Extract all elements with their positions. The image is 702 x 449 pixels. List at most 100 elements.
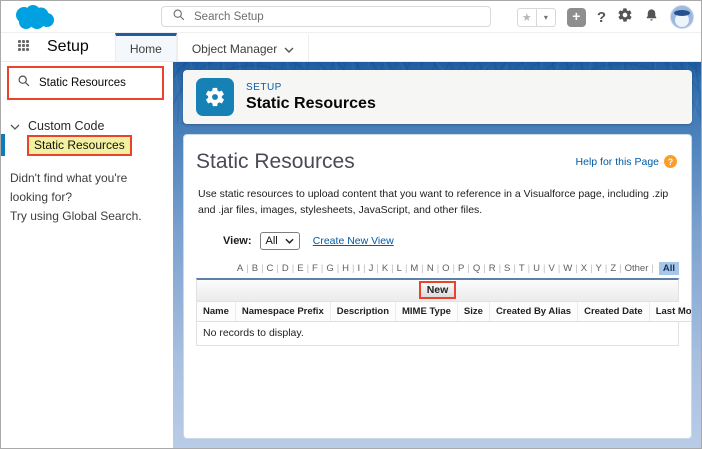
page-description: Use static resources to upload content t…	[196, 187, 679, 219]
favorites-group: ★ ▾	[517, 8, 556, 27]
chevron-down-icon	[10, 119, 20, 133]
column-header-namespace-prefix[interactable]: Namespace Prefix	[235, 302, 330, 322]
alphabet-index: A|B|C|D|E|F|G|H|I|J|K|L|M|N|O|P|Q|R|S|T|…	[196, 263, 679, 274]
alphabet-link-k[interactable]: K	[381, 263, 389, 274]
column-header-created-date[interactable]: Created Date	[578, 302, 650, 322]
alphabet-link-n[interactable]: N	[426, 263, 435, 274]
alphabet-link-y[interactable]: Y	[595, 263, 603, 274]
user-avatar[interactable]	[670, 5, 694, 29]
alphabet-link-u[interactable]: U	[532, 263, 541, 274]
alphabet-link-i[interactable]: I	[357, 263, 362, 274]
help-badge-icon[interactable]: ?	[664, 155, 677, 168]
alphabet-separator: |	[352, 263, 354, 274]
alphabet-link-w[interactable]: W	[562, 263, 573, 274]
table-row: No records to display.	[197, 321, 692, 345]
alphabet-separator: |	[405, 263, 407, 274]
alphabet-link-e[interactable]: E	[296, 263, 304, 274]
help-for-this-page-link[interactable]: Help for this Page	[576, 156, 659, 168]
alphabet-separator: |	[453, 263, 455, 274]
salesforce-setup-window: Search Setup ★ ▾ + ? Setup	[0, 0, 702, 449]
column-header-size[interactable]: Size	[457, 302, 489, 322]
app-launcher-icon[interactable]	[18, 40, 32, 54]
alphabet-separator: |	[543, 263, 545, 274]
sidebar-help-text: Didn't find what you're looking for? Try…	[10, 169, 167, 227]
banner-eyebrow: SETUP	[246, 82, 376, 93]
banner-text: SETUP Static Resources	[246, 82, 376, 113]
create-new-view-link[interactable]: Create New View	[313, 235, 394, 247]
view-select-dropdown[interactable]: All	[260, 232, 300, 250]
alphabet-link-h[interactable]: H	[341, 263, 350, 274]
alphabet-link-m[interactable]: M	[409, 263, 419, 274]
alphabet-link-t[interactable]: T	[518, 263, 526, 274]
quick-find-input[interactable]: Static Resources	[7, 66, 164, 100]
alphabet-link-g[interactable]: G	[325, 263, 334, 274]
tree-section-custom-code[interactable]: Custom Code	[10, 119, 104, 133]
alphabet-separator: |	[651, 263, 653, 274]
column-header-mime-type[interactable]: MIME Type	[396, 302, 458, 322]
tree-section-label: Custom Code	[28, 119, 104, 133]
chevron-down-icon	[285, 238, 294, 244]
tab-object-manager-label: Object Manager	[192, 42, 277, 56]
alphabet-link-f[interactable]: F	[311, 263, 319, 274]
column-header-name[interactable]: Name	[197, 302, 235, 322]
column-header-created-by-alias[interactable]: Created By Alias	[489, 302, 577, 322]
view-row: View: All Create New View	[223, 232, 679, 250]
alphabet-separator: |	[421, 263, 423, 274]
alphabet-link-a[interactable]: A	[236, 263, 244, 274]
alphabet-separator: |	[590, 263, 592, 274]
alphabet-separator: |	[558, 263, 560, 274]
column-header-description[interactable]: Description	[330, 302, 395, 322]
alphabet-link-o[interactable]: O	[441, 263, 450, 274]
setup-navbar: Setup Home Object Manager	[1, 33, 701, 62]
alphabet-separator: |	[292, 263, 294, 274]
sidebar-item-label: Static Resources	[27, 135, 132, 156]
alphabet-separator: |	[605, 263, 607, 274]
quick-create-icon[interactable]: +	[567, 8, 586, 27]
nav-tabs: Home Object Manager	[115, 33, 309, 61]
chevron-down-icon	[284, 42, 294, 56]
alphabet-link-b[interactable]: B	[251, 263, 259, 274]
alphabet-separator: |	[528, 263, 530, 274]
search-icon	[18, 74, 30, 92]
alphabet-link-l[interactable]: L	[396, 263, 403, 274]
alphabet-separator: |	[376, 263, 378, 274]
alphabet-link-x[interactable]: X	[580, 263, 588, 274]
help-icon[interactable]: ?	[597, 9, 606, 26]
view-label: View:	[223, 235, 252, 247]
alphabet-link-other[interactable]: Other	[624, 263, 650, 274]
alphabet-separator: |	[499, 263, 501, 274]
notifications-bell-icon[interactable]	[644, 7, 659, 28]
favorites-star-icon[interactable]: ★	[517, 8, 537, 27]
alphabet-separator: |	[276, 263, 278, 274]
main-area: SETUP Static Resources Static Resources …	[173, 62, 701, 448]
alphabet-separator: |	[437, 263, 439, 274]
list-toolbar: New	[197, 280, 678, 302]
alphabet-link-p[interactable]: P	[457, 263, 465, 274]
favorites-dropdown-icon[interactable]: ▾	[536, 8, 556, 27]
new-button[interactable]: New	[419, 281, 457, 299]
sidebar-item-static-resources[interactable]: Static Resources	[1, 135, 173, 155]
tab-object-manager[interactable]: Object Manager	[177, 33, 309, 61]
salesforce-logo-icon	[12, 4, 56, 35]
avatar-cap	[674, 10, 690, 16]
content-region: Static Resources Custom Code Static Reso…	[1, 62, 701, 448]
global-search-input[interactable]: Search Setup	[161, 6, 491, 27]
column-header-last-modified-date[interactable]: Last Modified Date ↓	[649, 302, 692, 322]
setup-sidebar: Static Resources Custom Code Static Reso…	[1, 62, 173, 448]
alphabet-link-c[interactable]: C	[266, 263, 275, 274]
alphabet-separator: |	[513, 263, 515, 274]
alphabet-separator: |	[337, 263, 339, 274]
alphabet-link-q[interactable]: Q	[472, 263, 481, 274]
setup-gear-icon[interactable]	[617, 7, 633, 28]
alphabet-link-d[interactable]: D	[281, 263, 290, 274]
alphabet-link-all[interactable]: All	[659, 262, 679, 275]
alphabet-link-z[interactable]: Z	[609, 263, 617, 274]
alphabet-separator: |	[391, 263, 393, 274]
alphabet-link-r[interactable]: R	[488, 263, 497, 274]
alphabet-separator: |	[321, 263, 323, 274]
alphabet-link-v[interactable]: V	[547, 263, 555, 274]
tab-home[interactable]: Home	[115, 33, 177, 61]
global-search-placeholder: Search Setup	[194, 11, 264, 23]
alphabet-link-s[interactable]: S	[503, 263, 511, 274]
alphabet-link-j[interactable]: J	[368, 263, 375, 274]
